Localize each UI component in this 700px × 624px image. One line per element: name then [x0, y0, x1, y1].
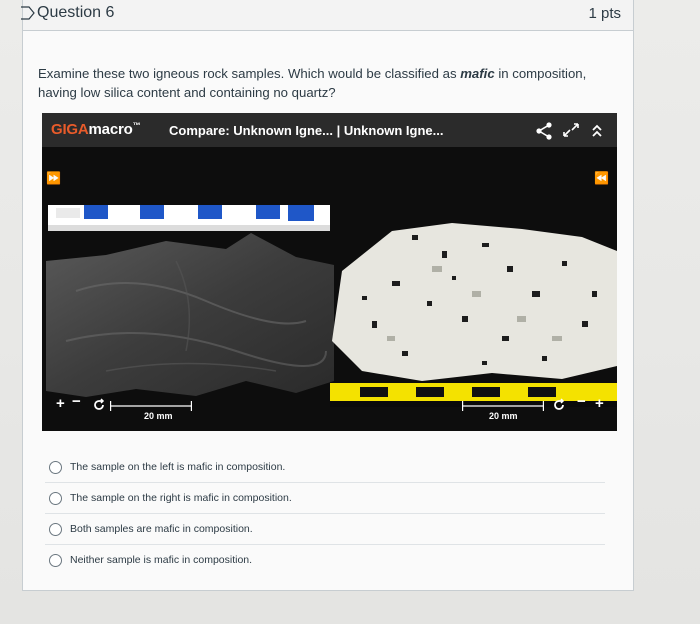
- radio-button[interactable]: [49, 522, 62, 536]
- left-rock-sample[interactable]: [46, 231, 334, 399]
- left-zoom-out-icon[interactable]: −: [72, 393, 81, 410]
- left-scale-rule: [110, 401, 192, 411]
- radio-button[interactable]: [49, 491, 62, 505]
- answer-label: Both samples are mafic in composition.: [70, 523, 253, 535]
- left-scale-label: 20 mm: [144, 411, 173, 421]
- left-rotate-icon[interactable]: [92, 398, 106, 412]
- question-header: Question 6 1 pts: [21, 0, 633, 31]
- right-zoom-out-icon[interactable]: −: [577, 393, 586, 410]
- question-title: Question 6: [37, 4, 115, 21]
- answer-option[interactable]: The sample on the right is mafic in comp…: [45, 482, 605, 513]
- viewer-toolbar: GIGAmacro™ Compare: Unknown Igne... | Un…: [42, 113, 617, 147]
- answer-options: The sample on the left is mafic in compo…: [45, 452, 605, 575]
- toolbar-icons: [536, 122, 602, 140]
- radio-button[interactable]: [49, 460, 62, 474]
- share-icon[interactable]: [536, 122, 552, 140]
- radio-button[interactable]: [49, 553, 62, 567]
- logo-macro: macro: [88, 121, 133, 138]
- answer-label: The sample on the right is mafic in comp…: [70, 492, 292, 504]
- question-points: 1 pts: [588, 5, 621, 22]
- logo-tm: ™: [132, 121, 141, 130]
- gigamacro-logo: GIGAmacro™: [51, 121, 141, 138]
- answer-label: Neither sample is mafic in composition.: [70, 554, 253, 566]
- question-prompt: Examine these two igneous rock samples. …: [38, 64, 618, 102]
- prompt-emphasis: mafic: [460, 66, 495, 81]
- right-rock-sample[interactable]: [332, 221, 617, 383]
- collapse-icon[interactable]: [592, 124, 602, 137]
- right-scale-label: 20 mm: [489, 411, 518, 421]
- right-zoom-in-icon[interactable]: +: [595, 395, 604, 412]
- right-scale-rule: [462, 401, 544, 411]
- right-rotate-icon[interactable]: [552, 398, 566, 412]
- left-zoom-in-icon[interactable]: +: [56, 395, 65, 412]
- answer-option[interactable]: The sample on the left is mafic in compo…: [45, 452, 605, 482]
- answer-option[interactable]: Neither sample is mafic in composition.: [45, 544, 605, 575]
- question-card: Question 6 1 pts Examine these two igneo…: [21, 0, 634, 591]
- answer-option[interactable]: Both samples are mafic in composition.: [45, 513, 605, 544]
- answer-label: The sample on the left is mafic in compo…: [70, 461, 286, 473]
- arrow-tab-icon: [21, 6, 35, 20]
- forward-icon[interactable]: ⏩: [46, 171, 61, 185]
- gigamacro-viewer[interactable]: GIGAmacro™ Compare: Unknown Igne... | Un…: [42, 113, 617, 431]
- prompt-text-start: Examine these two igneous rock samples. …: [38, 66, 461, 81]
- logo-giga: GIGA: [51, 121, 89, 138]
- back-icon[interactable]: ⏪: [594, 171, 609, 185]
- fullscreen-icon[interactable]: [563, 123, 579, 137]
- viewer-title: Compare: Unknown Igne... | Unknown Igne.…: [169, 123, 444, 138]
